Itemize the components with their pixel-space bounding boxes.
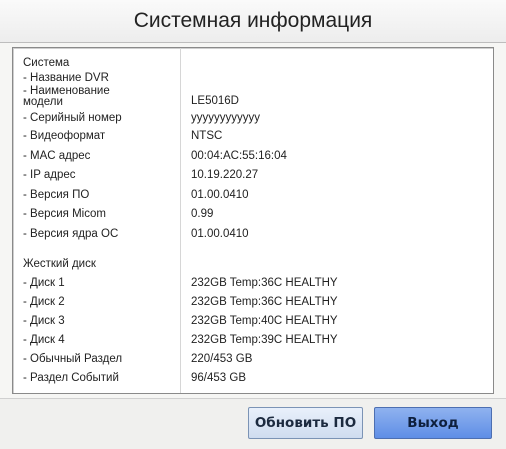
row-value: 232GB Temp:40C HEALTHY [191, 315, 338, 327]
row-value: 232GB Temp:36C HEALTHY [191, 296, 338, 308]
row-value: 232GB Temp:36C HEALTHY [191, 277, 338, 289]
dialog-title: Системная информация [0, 0, 506, 43]
row-value: 220/453 GB [191, 353, 253, 365]
row-label: - Серийный номер [23, 112, 122, 124]
row-value: 00:04:AC:55:16:04 [191, 150, 287, 162]
row-value: 10.19.220.27 [191, 169, 259, 181]
exit-button[interactable]: Выход [374, 407, 492, 439]
row-label: - Название DVR [23, 72, 109, 84]
row-label: - Диск 3 [23, 315, 65, 327]
row-label: - Версия ПО [23, 189, 90, 201]
row-value: LE5016D [191, 95, 239, 107]
row-value: 01.00.0410 [191, 228, 249, 240]
row-label: - Обычный Раздел [23, 353, 123, 365]
row-value: 96/453 GB [191, 372, 246, 384]
row-label: - Диск 1 [23, 277, 65, 289]
row-value: NTSC [191, 130, 223, 142]
row-label: - Видеоформат [23, 130, 106, 142]
column-divider [180, 48, 181, 393]
row-label: - Наименование модели [23, 85, 110, 108]
update-firmware-button[interactable]: Обновить ПО [248, 407, 363, 439]
info-panel: Система - Название DVR - Наименование мо… [12, 47, 494, 394]
row-label: - IP адрес [23, 169, 76, 181]
row-label: - Раздел Событий [23, 372, 119, 384]
dialog-footer: Обновить ПО Выход [0, 398, 506, 449]
row-value: 0.99 [191, 208, 214, 220]
row-label: - Диск 4 [23, 334, 65, 346]
row-value: yyyyyyyyyyyy [191, 112, 260, 124]
system-info-dialog: Системная информация Система - Название … [0, 0, 506, 449]
row-label: - Диск 2 [23, 296, 65, 308]
row-label: - MAC адрес [23, 150, 91, 162]
section-hdd-label: Жесткий диск [23, 258, 96, 270]
row-label: - Версия ядра ОС [23, 228, 119, 240]
row-value: 01.00.0410 [191, 189, 249, 201]
row-value: 232GB Temp:39C HEALTHY [191, 334, 338, 346]
row-label: - Версия Micom [23, 208, 106, 220]
section-system-label: Система [23, 57, 70, 69]
